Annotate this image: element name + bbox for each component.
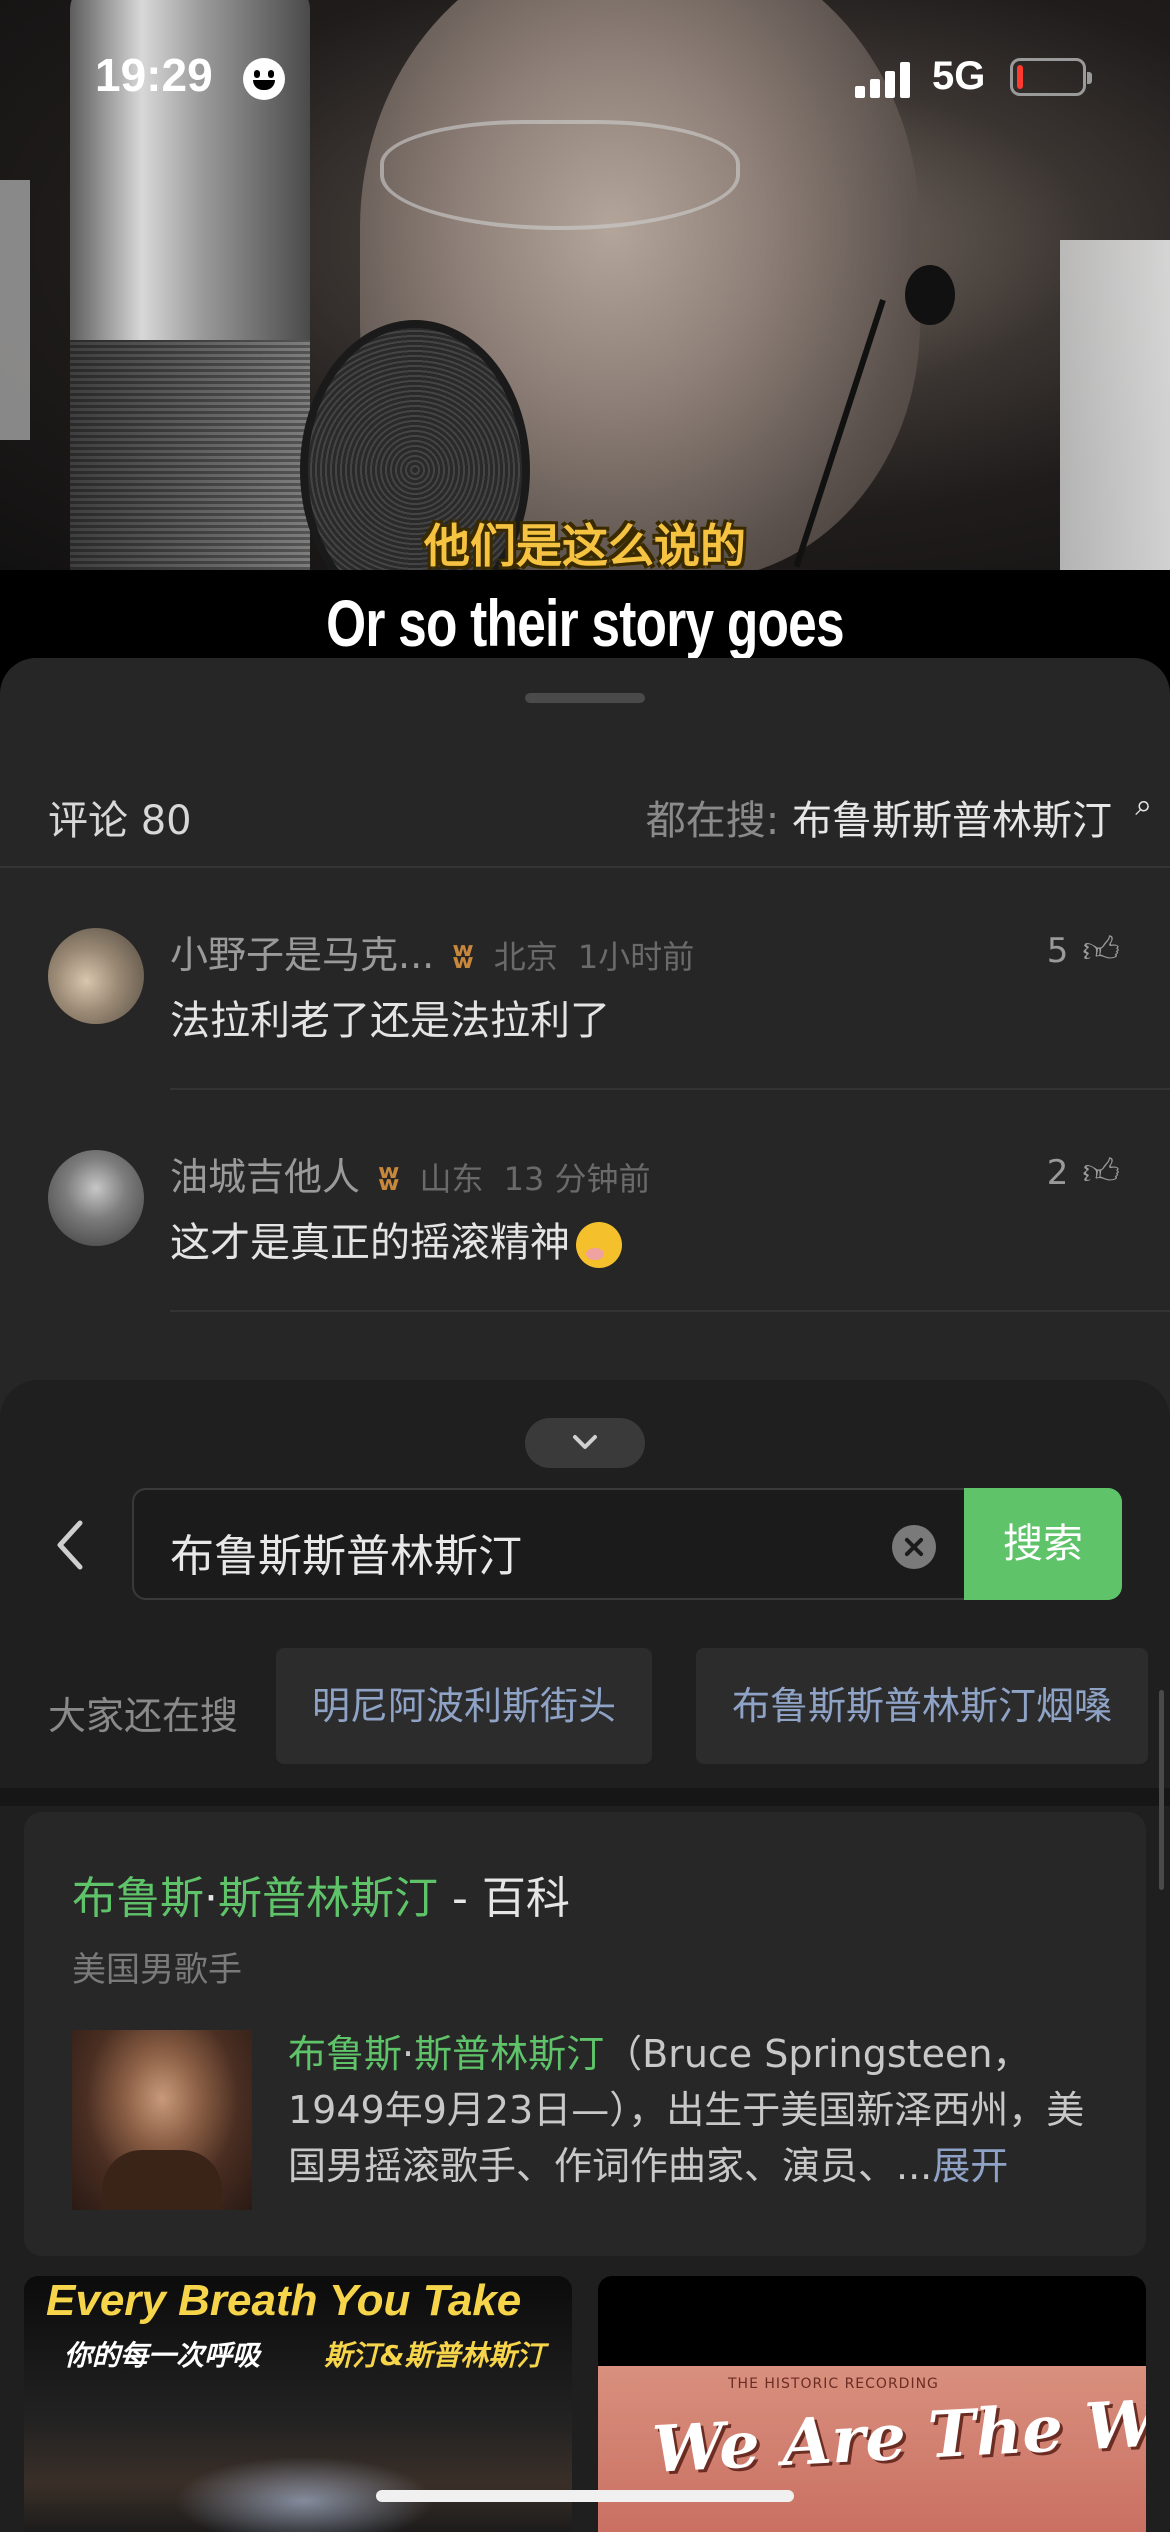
focus-mode-icon <box>243 58 285 100</box>
encyclopedia-title[interactable]: 布鲁斯·斯普林斯汀 - 百科 <box>72 1862 570 1926</box>
title-highlight: 斯普林斯汀 <box>218 1873 438 1924</box>
search-sheet: 布鲁斯斯普林斯汀 搜索 大家还在搜 明尼阿波利斯街头 布鲁斯斯普林斯汀烟嗓 布鲁… <box>0 1380 1170 2532</box>
desc-dot: · <box>402 2032 415 2076</box>
status-bar: 19:29 5G <box>0 0 1170 150</box>
shush-emoji-icon <box>576 1222 622 1268</box>
like-button[interactable]: 5 👍︎ <box>1047 928 1120 972</box>
battery-level <box>1017 65 1023 89</box>
home-indicator[interactable] <box>376 2490 794 2502</box>
comment-item[interactable]: 油城吉他人 ʬ 山东 13 分钟前 这才是真正的摇滚精神 2 👍︎ <box>0 1090 1170 1312</box>
encyclopedia-description: 布鲁斯·斯普林斯汀（Bruce Springsteen，1949年9月23日—）… <box>288 2026 1108 2194</box>
status-time: 19:29 <box>95 49 213 101</box>
avatar[interactable] <box>48 928 144 1024</box>
thumbnail-label: THE HISTORIC RECORDING <box>728 2376 939 2392</box>
vip-badge-icon: ʬ <box>378 1158 400 1199</box>
comment-item[interactable]: 小野子是马克... ʬ 北京 1小时前 法拉利老了还是法拉利了 5 👍︎ <box>0 868 1170 1090</box>
section-separator <box>0 1788 1170 1806</box>
suggestion-chip[interactable]: 布鲁斯斯普林斯汀烟嗓 <box>696 1648 1149 1764</box>
comment-count: 评论 80 <box>48 798 192 844</box>
like-count: 5 <box>1046 931 1069 971</box>
like-count: 2 <box>1046 1153 1069 1193</box>
encyclopedia-subtitle: 美国男歌手 <box>72 1950 242 1990</box>
battery-icon <box>1010 58 1092 96</box>
comment-time: 13 分钟前 <box>503 1160 651 1198</box>
thumbnail-artist: 斯汀&斯普林斯汀 <box>324 2339 545 2372</box>
video-background-wall <box>0 180 30 440</box>
search-query: 布鲁斯斯普林斯汀 <box>170 1531 522 1582</box>
desc-highlight: 斯普林斯汀 <box>414 2032 605 2076</box>
back-button[interactable] <box>50 1515 90 1575</box>
hot-search-link[interactable]: 都在搜: 布鲁斯斯普林斯汀 ⌕ <box>645 788 1152 846</box>
like-button[interactable]: 2 👍︎ <box>1047 1150 1120 1194</box>
comment-time: 1小时前 <box>577 938 695 976</box>
expand-link[interactable]: 展开 <box>932 2144 1008 2188</box>
comment-author[interactable]: 油城吉他人 ʬ 山东 13 分钟前 <box>170 1146 651 1201</box>
video-earphone <box>905 265 955 325</box>
comment-text: 这才是真正的摇滚精神 <box>170 1210 622 1268</box>
thumbnail-subtitle: 你的每一次呼吸 <box>64 2339 261 2372</box>
thumbnail-title: Every Breath You Take <box>46 2276 522 2325</box>
clear-icon[interactable] <box>892 1525 936 1569</box>
comment-text: 法拉利老了还是法拉利了 <box>170 998 610 1044</box>
vip-badge-icon: ʬ <box>452 936 474 977</box>
network-type: 5G <box>932 54 986 98</box>
title-highlight: 布鲁斯 <box>72 1873 204 1924</box>
signal-strength-icon <box>855 60 915 98</box>
comment-author[interactable]: 小野子是马克... ʬ 北京 1小时前 <box>170 924 694 979</box>
comment-location: 北京 <box>493 938 558 976</box>
comments-header: 评论 80 都在搜: 布鲁斯斯普林斯汀 ⌕ <box>0 728 1170 868</box>
comment-location: 山东 <box>419 1160 484 1198</box>
comment-author-name: 油城吉他人 <box>170 1155 361 1199</box>
desc-highlight: 布鲁斯 <box>288 2032 403 2076</box>
hot-search-keyword: 布鲁斯斯普林斯汀 <box>792 798 1112 844</box>
title-suffix: - 百科 <box>438 1873 570 1924</box>
search-button[interactable]: 搜索 <box>964 1488 1122 1600</box>
subtitle-chinese: 他们是这么说的 <box>424 519 746 573</box>
comment-author-name: 小野子是马克... <box>170 933 435 977</box>
collapse-button[interactable] <box>525 1418 645 1468</box>
also-searching-label: 大家还在搜 <box>48 1694 239 1738</box>
encyclopedia-card[interactable]: 布鲁斯·斯普林斯汀 - 百科 美国男歌手 布鲁斯·斯普林斯汀（Bruce Spr… <box>24 1812 1146 2256</box>
hot-search-label: 都在搜: <box>645 798 780 844</box>
thumbs-up-icon: 👍︎ <box>1082 1152 1120 1193</box>
avatar[interactable] <box>48 1150 144 1246</box>
suggestion-chip[interactable]: 明尼阿波利斯街头 <box>276 1648 653 1764</box>
chevron-left-icon <box>57 1520 83 1570</box>
chevron-down-icon <box>573 1435 597 1449</box>
artist-photo[interactable] <box>72 2030 252 2210</box>
scrollbar[interactable] <box>1159 1690 1164 1890</box>
search-icon: ⌕ <box>1135 788 1152 823</box>
thumbs-up-icon: 👍︎ <box>1082 930 1120 971</box>
drag-handle[interactable] <box>525 693 645 703</box>
subtitle-english: Or so their story goes <box>326 586 845 660</box>
comment-text-body: 这才是真正的摇滚精神 <box>170 1220 570 1266</box>
title-dot: · <box>204 1873 218 1924</box>
divider <box>170 1310 1170 1312</box>
